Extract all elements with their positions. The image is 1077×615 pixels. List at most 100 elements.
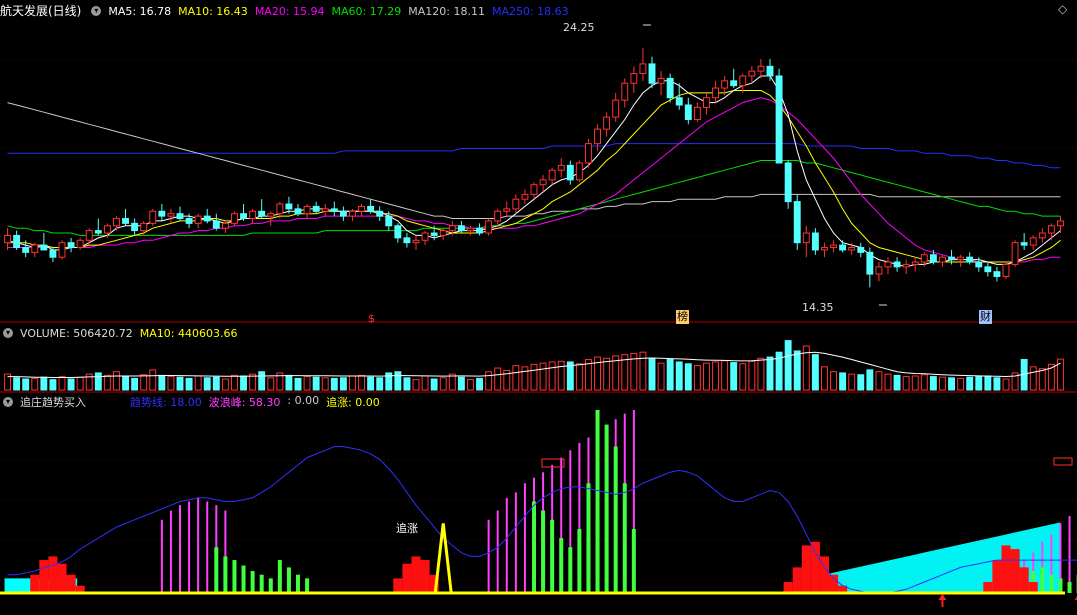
candle-body xyxy=(394,225,402,239)
candle-body xyxy=(929,254,937,263)
candle-body xyxy=(412,239,420,244)
event-marker-dollar[interactable]: $ xyxy=(368,312,375,326)
candle-body xyxy=(167,213,175,217)
candle-body xyxy=(548,169,556,181)
volume-bar xyxy=(512,365,520,391)
volume-bar xyxy=(684,363,692,391)
accumulation-hump xyxy=(783,582,793,593)
candle-body xyxy=(575,162,583,181)
volume-bar xyxy=(703,362,710,391)
event-marker-rank[interactable]: 榜 xyxy=(676,310,689,324)
volume-bar xyxy=(984,375,992,391)
candle-body xyxy=(358,205,365,212)
accumulation-hump xyxy=(393,578,403,593)
candle-body xyxy=(585,143,592,164)
candle-body xyxy=(730,80,738,87)
volume-bar xyxy=(666,359,674,391)
candle-body xyxy=(158,210,166,217)
ma5-line xyxy=(7,75,1061,268)
candle-body xyxy=(4,234,11,244)
volume-bar xyxy=(376,377,384,391)
volume-bar xyxy=(920,374,928,391)
candle-body xyxy=(85,230,93,241)
volume-bar xyxy=(258,371,266,391)
candle-body xyxy=(639,63,647,75)
candle-body xyxy=(276,203,284,215)
candle-body xyxy=(285,203,293,210)
volume-bar xyxy=(113,371,120,391)
volume-bar xyxy=(203,377,211,391)
candle-body xyxy=(911,261,919,265)
volume-bar xyxy=(748,360,756,391)
volume-bar xyxy=(648,357,656,391)
candle-body xyxy=(494,210,502,222)
candle-body xyxy=(13,234,21,249)
volume-bar xyxy=(212,376,220,391)
accumulation-hump xyxy=(57,563,67,593)
candle-body xyxy=(612,99,620,118)
ma120-line xyxy=(7,102,1061,219)
volume-bar xyxy=(294,377,302,391)
volume-bar xyxy=(303,376,311,391)
volume-bar xyxy=(467,379,474,391)
event-marker-finance[interactable]: 财 xyxy=(979,310,992,324)
volume-bar xyxy=(766,356,774,391)
volume-bar xyxy=(848,373,856,391)
volume-bar xyxy=(330,377,338,391)
volume-bar xyxy=(185,377,193,391)
candle-body xyxy=(957,256,965,261)
volume-bar xyxy=(939,376,946,391)
candle-body xyxy=(1057,220,1064,227)
candle-body xyxy=(866,251,874,275)
candle-body xyxy=(131,222,139,232)
accumulation-hump xyxy=(810,541,820,593)
candle-body xyxy=(212,220,220,229)
volume-bar xyxy=(158,374,166,391)
candle-body xyxy=(1038,232,1046,239)
volume-bar xyxy=(902,376,910,391)
volume-bar xyxy=(884,373,892,391)
volume-bar xyxy=(94,372,102,391)
volume-bar xyxy=(712,361,719,391)
candle-body xyxy=(31,244,39,253)
candle-body xyxy=(975,261,983,268)
candle-body xyxy=(657,77,665,84)
candle-body xyxy=(1002,263,1010,278)
candle-body xyxy=(557,164,565,171)
volume-bar xyxy=(40,376,48,391)
candle-body xyxy=(439,230,447,236)
volume-bar xyxy=(811,354,819,391)
candle-body xyxy=(666,77,674,99)
volume-bar xyxy=(966,376,974,391)
candle-body xyxy=(203,215,211,222)
candle-body xyxy=(566,164,574,181)
kline-chart[interactable] xyxy=(0,0,1077,615)
candle-body xyxy=(240,213,247,220)
candle-body xyxy=(94,230,102,234)
volume-bar xyxy=(821,366,828,391)
volume-bar xyxy=(394,371,402,391)
candle-body xyxy=(512,198,520,210)
candle-body xyxy=(1047,225,1055,234)
accumulation-hump xyxy=(1028,582,1038,593)
candle-body xyxy=(448,225,456,232)
candle-body xyxy=(367,205,375,212)
candle-body xyxy=(303,205,311,215)
volume-bar xyxy=(349,375,356,391)
volume-bar xyxy=(22,378,30,391)
volume-bar xyxy=(285,374,293,391)
volume-bar xyxy=(857,374,865,391)
ma250-line xyxy=(7,143,1061,169)
candle-body xyxy=(802,232,810,244)
volume-bar xyxy=(58,376,66,391)
candle-body xyxy=(122,218,129,224)
volume-bar xyxy=(893,374,901,391)
candle-body xyxy=(113,218,120,227)
candle-body xyxy=(920,254,928,263)
volume-bar xyxy=(131,377,139,391)
candle-body xyxy=(630,73,638,84)
candle-body xyxy=(948,256,955,261)
candle-body xyxy=(339,210,347,217)
candle-body xyxy=(321,208,329,212)
volume-bar xyxy=(457,376,465,391)
